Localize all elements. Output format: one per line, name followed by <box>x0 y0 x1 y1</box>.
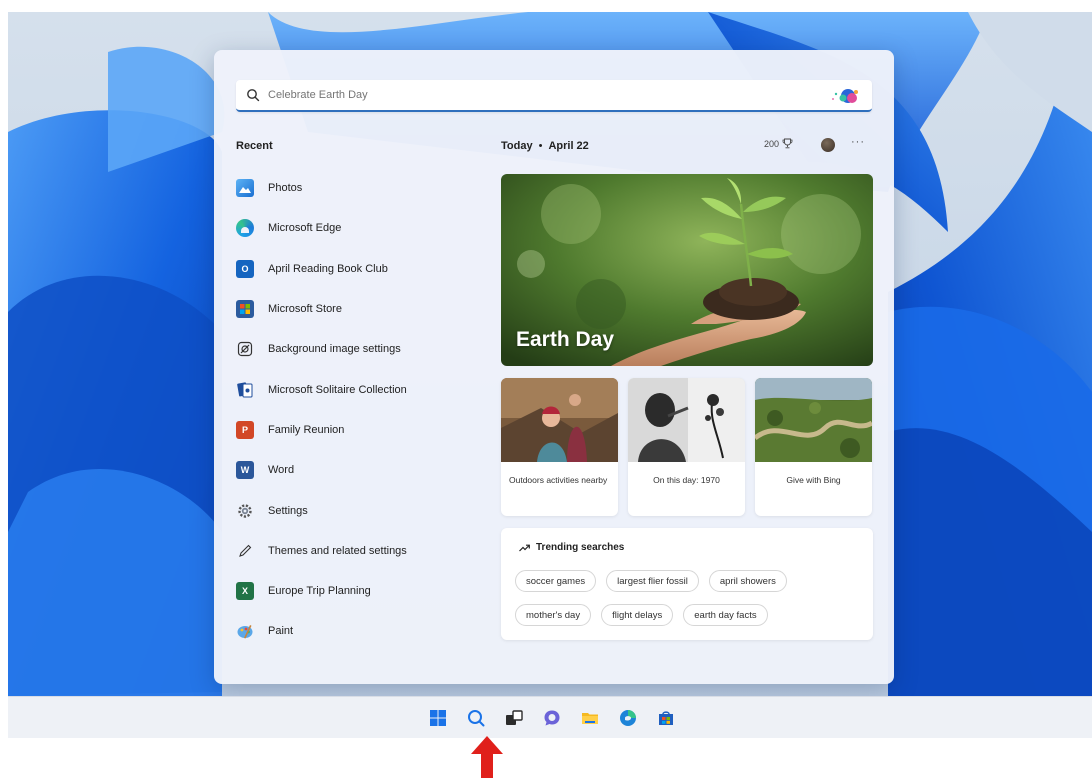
search-box[interactable] <box>236 80 872 112</box>
search-panel: Recent Photos Microsoft Edge O April Rea… <box>214 50 894 684</box>
trophy-icon <box>782 138 793 149</box>
card-outdoors-activities[interactable]: Outdoors activities nearby <box>501 378 618 516</box>
trending-chip[interactable]: soccer games <box>515 570 597 592</box>
pen-icon <box>236 542 254 560</box>
image-settings-icon <box>236 340 254 358</box>
recent-item-family-reunion[interactable]: P Family Reunion <box>236 410 476 450</box>
trending-arrow-icon <box>519 544 530 551</box>
recent-item-photos[interactable]: Photos <box>236 168 476 208</box>
chat-icon[interactable] <box>543 709 561 727</box>
recent-item-april-reading-book-club[interactable]: O April Reading Book Club <box>236 249 476 289</box>
today-separator: • <box>538 140 543 152</box>
trending-searches: Trending searches soccer games largest f… <box>501 528 873 640</box>
recent-item-label: Themes and related settings <box>268 544 407 557</box>
trending-chip[interactable]: earth day facts <box>683 604 768 626</box>
store-icon[interactable] <box>657 709 675 727</box>
start-icon[interactable] <box>429 709 447 727</box>
red-pointer-arrow-icon <box>471 736 503 778</box>
recent-item-label: Paint <box>268 625 294 638</box>
today-date: April 22 <box>548 140 589 152</box>
card-give-with-bing[interactable]: Give with Bing <box>755 378 872 516</box>
card-on-this-day[interactable]: On this day: 1970 <box>628 378 745 516</box>
recent-item-themes-and-related-settings[interactable]: Themes and related settings <box>236 531 476 571</box>
store-icon <box>236 300 254 319</box>
trending-title-text: Trending searches <box>536 542 625 553</box>
recent-item-label: Photos <box>268 182 303 195</box>
today-header: Today • April 22 <box>501 140 589 152</box>
edge-icon <box>236 219 254 238</box>
profile-avatar[interactable] <box>821 138 835 152</box>
trending-chip[interactable]: april showers <box>708 570 787 592</box>
task-view-icon[interactable] <box>505 709 523 727</box>
recent-item-label: Microsoft Edge <box>268 222 342 235</box>
more-options-icon[interactable]: ··· <box>851 136 865 148</box>
outlook-icon: O <box>236 259 254 278</box>
outdoors-thumbnail-image <box>501 378 618 462</box>
trending-chip[interactable]: flight delays <box>601 604 674 626</box>
recent-item-word[interactable]: W Word <box>236 450 476 490</box>
recent-item-label: Settings <box>268 504 308 517</box>
recent-item-label: Microsoft Store <box>268 303 342 316</box>
card-label: Give with Bing <box>786 475 841 485</box>
paint-icon <box>236 622 254 640</box>
recent-item-label: Europe Trip Planning <box>268 585 371 598</box>
card-label: Outdoors activities nearby <box>509 475 608 485</box>
word-icon: W <box>236 461 254 480</box>
excel-icon: X <box>236 582 254 601</box>
rewards-points[interactable]: 200 <box>764 138 793 149</box>
trending-title: Trending searches <box>519 542 624 553</box>
today-label: Today <box>501 140 533 152</box>
card-label: On this day: 1970 <box>653 475 720 485</box>
recent-header: Recent <box>236 140 273 152</box>
photos-icon <box>236 179 254 198</box>
recent-item-europe-trip-planning[interactable]: X Europe Trip Planning <box>236 571 476 611</box>
rewards-points-value: 200 <box>764 138 780 149</box>
recent-item-settings[interactable]: Settings <box>236 490 476 530</box>
earth-day-hero-card[interactable]: Earth Day <box>501 174 873 366</box>
edge-icon[interactable] <box>619 709 637 727</box>
recent-item-microsoft-solitaire-collection[interactable]: Microsoft Solitaire Collection <box>236 369 476 409</box>
recent-item-microsoft-edge[interactable]: Microsoft Edge <box>236 208 476 248</box>
recent-item-paint[interactable]: Paint <box>236 611 476 651</box>
recent-list: Photos Microsoft Edge O April Reading Bo… <box>236 168 476 652</box>
recent-item-label: Family Reunion <box>268 423 345 436</box>
trending-chips: soccer games largest flier fossil april … <box>515 570 865 638</box>
search-icon <box>247 89 260 102</box>
give-with-bing-thumbnail-image <box>755 378 872 462</box>
solitaire-icon <box>236 381 254 399</box>
recent-item-label: April Reading Book Club <box>268 262 388 275</box>
trending-chip[interactable]: largest flier fossil <box>606 570 699 592</box>
search-input[interactable] <box>268 89 788 101</box>
recent-item-label: Word <box>268 464 295 477</box>
hero-title: Earth Day <box>516 328 615 351</box>
bing-illustration-icon[interactable] <box>828 86 862 106</box>
taskbar <box>8 696 1092 738</box>
on-this-day-thumbnail-image <box>628 378 745 462</box>
recent-item-label: Background image settings <box>268 343 401 356</box>
settings-gear-icon <box>236 502 254 520</box>
recent-item-background-image-settings[interactable]: Background image settings <box>236 329 476 369</box>
recent-item-microsoft-store[interactable]: Microsoft Store <box>236 289 476 329</box>
recent-item-label: Microsoft Solitaire Collection <box>268 383 407 396</box>
file-explorer-icon[interactable] <box>581 709 599 727</box>
search-icon[interactable] <box>467 709 485 727</box>
trending-chip[interactable]: mother's day <box>515 604 592 626</box>
powerpoint-icon: P <box>236 420 254 439</box>
